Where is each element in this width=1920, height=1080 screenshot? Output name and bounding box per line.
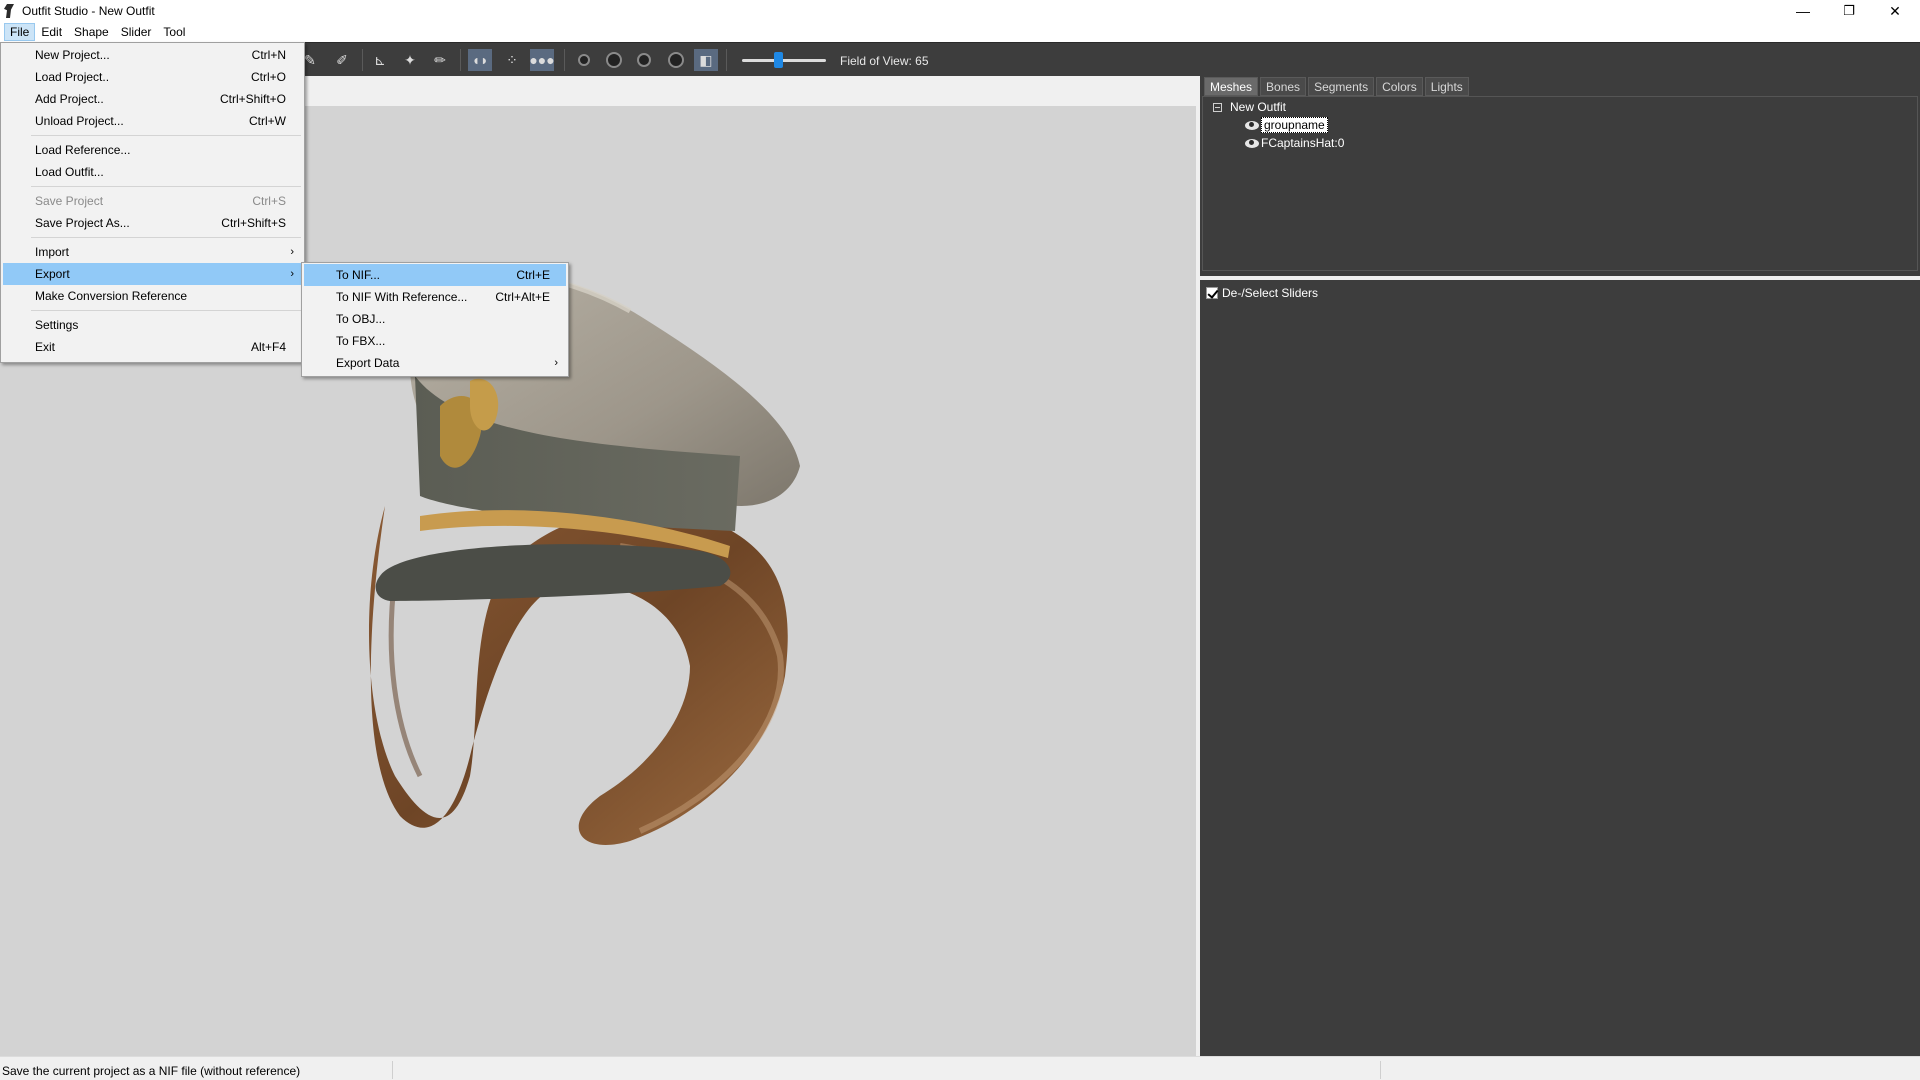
menu-item-load-outfit[interactable]: Load Outfit... xyxy=(3,161,302,183)
menu-item-export-data[interactable]: Export Data › xyxy=(304,352,566,374)
toolbar-separator xyxy=(460,49,461,71)
paint-brush-icon[interactable]: ✐ xyxy=(330,49,354,71)
select-sliders-checkbox[interactable] xyxy=(1206,287,1218,299)
brush-size-large-icon[interactable] xyxy=(632,49,656,71)
tab-lights[interactable]: Lights xyxy=(1424,77,1469,96)
wireframe-cube-icon[interactable]: ◧ xyxy=(694,49,718,71)
fov-slider-thumb[interactable] xyxy=(774,52,783,68)
toolbar-separator xyxy=(726,49,727,71)
menu-separator xyxy=(31,237,301,238)
menu-item-exit[interactable]: Exit Alt+F4 xyxy=(3,336,302,358)
menu-item-unload-project[interactable]: Unload Project... Ctrl+W xyxy=(3,110,302,132)
menu-item-settings[interactable]: Settings xyxy=(3,314,302,336)
menu-separator xyxy=(31,310,301,311)
submenu-arrow-icon: › xyxy=(290,268,294,280)
sliders-header-label: De-/Select Sliders xyxy=(1222,286,1319,300)
menu-item-save-project-as[interactable]: Save Project As... Ctrl+Shift+S xyxy=(3,212,302,234)
tab-meshes[interactable]: Meshes xyxy=(1204,77,1259,96)
menu-slider[interactable]: Slider xyxy=(115,23,158,41)
menu-tool[interactable]: Tool xyxy=(157,23,191,41)
x-mirror-icon[interactable]: ◖◗ xyxy=(468,49,492,71)
menu-bar: File Edit Shape Slider Tool xyxy=(0,22,1920,42)
menu-item-to-obj[interactable]: To OBJ... xyxy=(304,308,566,330)
maximize-button[interactable]: ❐ xyxy=(1826,0,1872,22)
brush-size-xlarge-icon[interactable] xyxy=(664,49,688,71)
eye-icon[interactable] xyxy=(1245,138,1259,148)
mesh-tree[interactable]: New Outfit groupname FCaptainsHat:0 xyxy=(1202,96,1918,271)
menu-separator xyxy=(31,135,301,136)
menu-item-load-reference[interactable]: Load Reference... xyxy=(3,139,302,161)
toolbar-separator xyxy=(362,49,363,71)
menu-item-load-project[interactable]: Load Project.. Ctrl+O xyxy=(3,66,302,88)
status-text: Save the current project as a NIF file (… xyxy=(2,1064,301,1078)
global-brush-icon[interactable]: ●●● xyxy=(529,49,555,71)
title-bar: Outfit Studio - New Outfit — ❐ ✕ xyxy=(0,0,1920,22)
close-button[interactable]: ✕ xyxy=(1872,0,1918,22)
tree-item-groupname[interactable]: groupname xyxy=(1245,117,1328,133)
tab-segments[interactable]: Segments xyxy=(1308,77,1375,96)
app-icon xyxy=(4,4,14,18)
menu-item-to-fbx[interactable]: To FBX... xyxy=(304,330,566,352)
tree-root[interactable]: New Outfit xyxy=(1213,99,1286,115)
status-separator xyxy=(1380,1061,1381,1079)
menu-edit[interactable]: Edit xyxy=(35,23,68,41)
menu-item-add-project[interactable]: Add Project.. Ctrl+Shift+O xyxy=(3,88,302,110)
window-title: Outfit Studio - New Outfit xyxy=(22,4,155,18)
menu-shape[interactable]: Shape xyxy=(68,23,115,41)
toolbar-separator xyxy=(564,49,565,71)
tree-item-label: groupname xyxy=(1261,117,1328,133)
pivot-icon[interactable]: ✦ xyxy=(398,49,422,71)
tree-item-label: FCaptainsHat:0 xyxy=(1261,136,1345,150)
panel-tabs: Meshes Bones Segments Colors Lights xyxy=(1200,76,1471,96)
tab-colors[interactable]: Colors xyxy=(1376,77,1423,96)
brush-size-medium-icon[interactable] xyxy=(602,49,626,71)
tree-item-fcaptainshat[interactable]: FCaptainsHat:0 xyxy=(1245,135,1344,151)
menu-item-export[interactable]: Export › xyxy=(3,263,302,285)
menu-separator xyxy=(31,186,301,187)
right-panel: Meshes Bones Segments Colors Lights New … xyxy=(1200,76,1920,1056)
menu-item-save-project[interactable]: Save Project Ctrl+S xyxy=(3,190,302,212)
fov-slider-track[interactable] xyxy=(742,59,826,62)
status-bar: Save the current project as a NIF file (… xyxy=(0,1056,1920,1080)
brush-size-small-icon[interactable] xyxy=(572,49,596,71)
menu-item-import[interactable]: Import › xyxy=(3,241,302,263)
menu-item-new-project[interactable]: New Project... Ctrl+N xyxy=(3,44,302,66)
export-submenu: To NIF... Ctrl+E To NIF With Reference...… xyxy=(301,262,569,377)
file-menu: New Project... Ctrl+N Load Project.. Ctrl+… xyxy=(0,42,305,363)
menu-item-to-nif-with-reference[interactable]: To NIF With Reference... Ctrl+Alt+E xyxy=(304,286,566,308)
connected-only-icon[interactable]: ⁘ xyxy=(500,49,524,71)
submenu-arrow-icon: › xyxy=(554,357,558,369)
minimize-button[interactable]: — xyxy=(1780,0,1826,22)
panel-splitter[interactable] xyxy=(1200,276,1920,280)
collapse-icon[interactable] xyxy=(1213,102,1222,112)
eye-icon[interactable] xyxy=(1245,120,1259,130)
tree-root-label: New Outfit xyxy=(1230,100,1287,114)
sliders-header[interactable]: De-/Select Sliders xyxy=(1206,286,1318,300)
status-separator xyxy=(392,1061,393,1079)
menu-item-to-nif[interactable]: To NIF... Ctrl+E xyxy=(304,264,566,286)
submenu-arrow-icon: › xyxy=(290,246,294,258)
tab-bones[interactable]: Bones xyxy=(1260,77,1307,96)
menu-item-make-conversion-reference[interactable]: Make Conversion Reference xyxy=(3,285,302,307)
menu-file[interactable]: File xyxy=(4,23,36,41)
transform-icon[interactable]: ⊾ xyxy=(368,49,392,71)
pen-icon[interactable]: ✏ xyxy=(428,49,452,71)
fov-label: Field of View: 65 xyxy=(840,54,929,68)
